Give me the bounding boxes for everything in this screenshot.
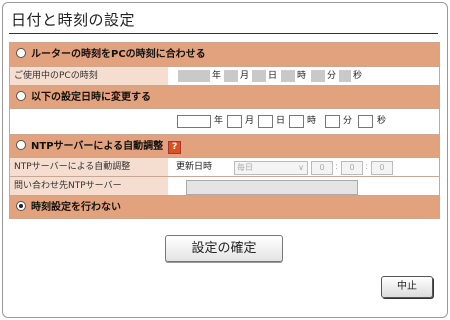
none-option[interactable]: 時刻設定を行わない: [16, 196, 121, 219]
none-radio[interactable]: [16, 201, 26, 211]
sync-pc-option[interactable]: ルーターの時刻をPCの時刻に合わせる: [16, 43, 206, 66]
confirm-button[interactable]: 設定の確定: [165, 235, 283, 262]
manual-year-unit: 年: [214, 116, 224, 126]
manual-day-unit: 日: [276, 116, 286, 126]
pc-time-value: 年 月 日 時 分 秒: [168, 67, 439, 85]
title-divider: [9, 33, 438, 34]
ntp-radio[interactable]: [16, 140, 26, 150]
sync-pc-label: ルーターの時刻をPCの時刻に合わせる: [31, 49, 206, 60]
pc-time-row: ご使用中のPCの時刻 年 月 日 時 分 秒: [10, 66, 439, 85]
pc-hour-unit: 時: [297, 71, 307, 81]
section-sync-pc[interactable]: ルーターの時刻をPCの時刻に合わせる: [10, 43, 439, 66]
minute-colon: :: [365, 162, 369, 172]
pc-year-blank: [178, 70, 210, 82]
pc-second-blank: [339, 70, 351, 82]
ntp-auto-row: NTPサーバーによる自動調整 更新日時 毎日 ∨ 0 : 0 : 0: [10, 157, 439, 176]
section-none[interactable]: 時刻設定を行わない: [10, 195, 439, 218]
manual-time-row: 年 月 日 時 分 秒: [10, 108, 439, 134]
hour-colon: :: [335, 162, 339, 172]
manual-minute-input[interactable]: [325, 115, 340, 128]
ntp-server-input[interactable]: [186, 180, 358, 195]
manual-radio[interactable]: [16, 91, 26, 101]
pc-hour-blank: [281, 70, 295, 82]
frequency-select[interactable]: 毎日 ∨: [234, 161, 308, 175]
pc-year-unit: 年: [212, 71, 222, 81]
ntp-option[interactable]: NTPサーバーによる自動調整?: [16, 135, 182, 158]
chevron-down-icon: ∨: [298, 163, 304, 172]
none-label: 時刻設定を行わない: [31, 202, 121, 213]
ntp-auto-label: NTPサーバーによる自動調整: [10, 158, 168, 176]
page-title: 日付と時刻の設定: [11, 11, 136, 29]
manual-hour-input[interactable]: [289, 115, 304, 128]
manual-month-unit: 月: [245, 116, 255, 126]
help-icon[interactable]: ?: [168, 141, 182, 154]
pc-month-blank: [224, 70, 238, 82]
update-time-label: 更新日時: [176, 162, 213, 172]
ntp-server-label: 問い合わせ先NTPサーバー: [10, 177, 168, 195]
cancel-button[interactable]: 中止: [381, 276, 433, 298]
pc-minute-unit: 分: [327, 71, 337, 81]
ntp-server-row: 問い合わせ先NTPサーバー: [10, 176, 439, 195]
pc-second-unit: 秒: [353, 71, 363, 81]
manual-label: 以下の設定日時に変更する: [31, 92, 151, 103]
sync-pc-radio[interactable]: [16, 48, 26, 58]
manual-second-input[interactable]: [358, 115, 373, 128]
manual-option[interactable]: 以下の設定日時に変更する: [16, 86, 151, 109]
pc-day-unit: 日: [268, 71, 278, 81]
pc-minute-blank: [311, 70, 325, 82]
settings-table: ルーターの時刻をPCの時刻に合わせる ご使用中のPCの時刻 年 月 日 時 分 …: [9, 42, 440, 219]
pc-month-unit: 月: [240, 71, 250, 81]
manual-minute-unit: 分: [343, 116, 353, 126]
manual-hour-unit: 時: [307, 116, 317, 126]
ntp-hour-input[interactable]: 0: [311, 161, 333, 175]
manual-year-input[interactable]: [177, 115, 211, 128]
pc-day-blank: [252, 70, 266, 82]
ntp-second-input[interactable]: 0: [371, 161, 393, 175]
manual-second-unit: 秒: [377, 116, 387, 126]
manual-month-input[interactable]: [227, 115, 242, 128]
frequency-value: 毎日: [237, 163, 253, 172]
manual-day-input[interactable]: [258, 115, 273, 128]
pc-time-label: ご使用中のPCの時刻: [10, 67, 168, 85]
section-ntp[interactable]: NTPサーバーによる自動調整?: [10, 134, 439, 157]
ntp-label: NTPサーバーによる自動調整: [31, 141, 164, 152]
ntp-minute-input[interactable]: 0: [341, 161, 363, 175]
section-manual[interactable]: 以下の設定日時に変更する: [10, 85, 439, 108]
